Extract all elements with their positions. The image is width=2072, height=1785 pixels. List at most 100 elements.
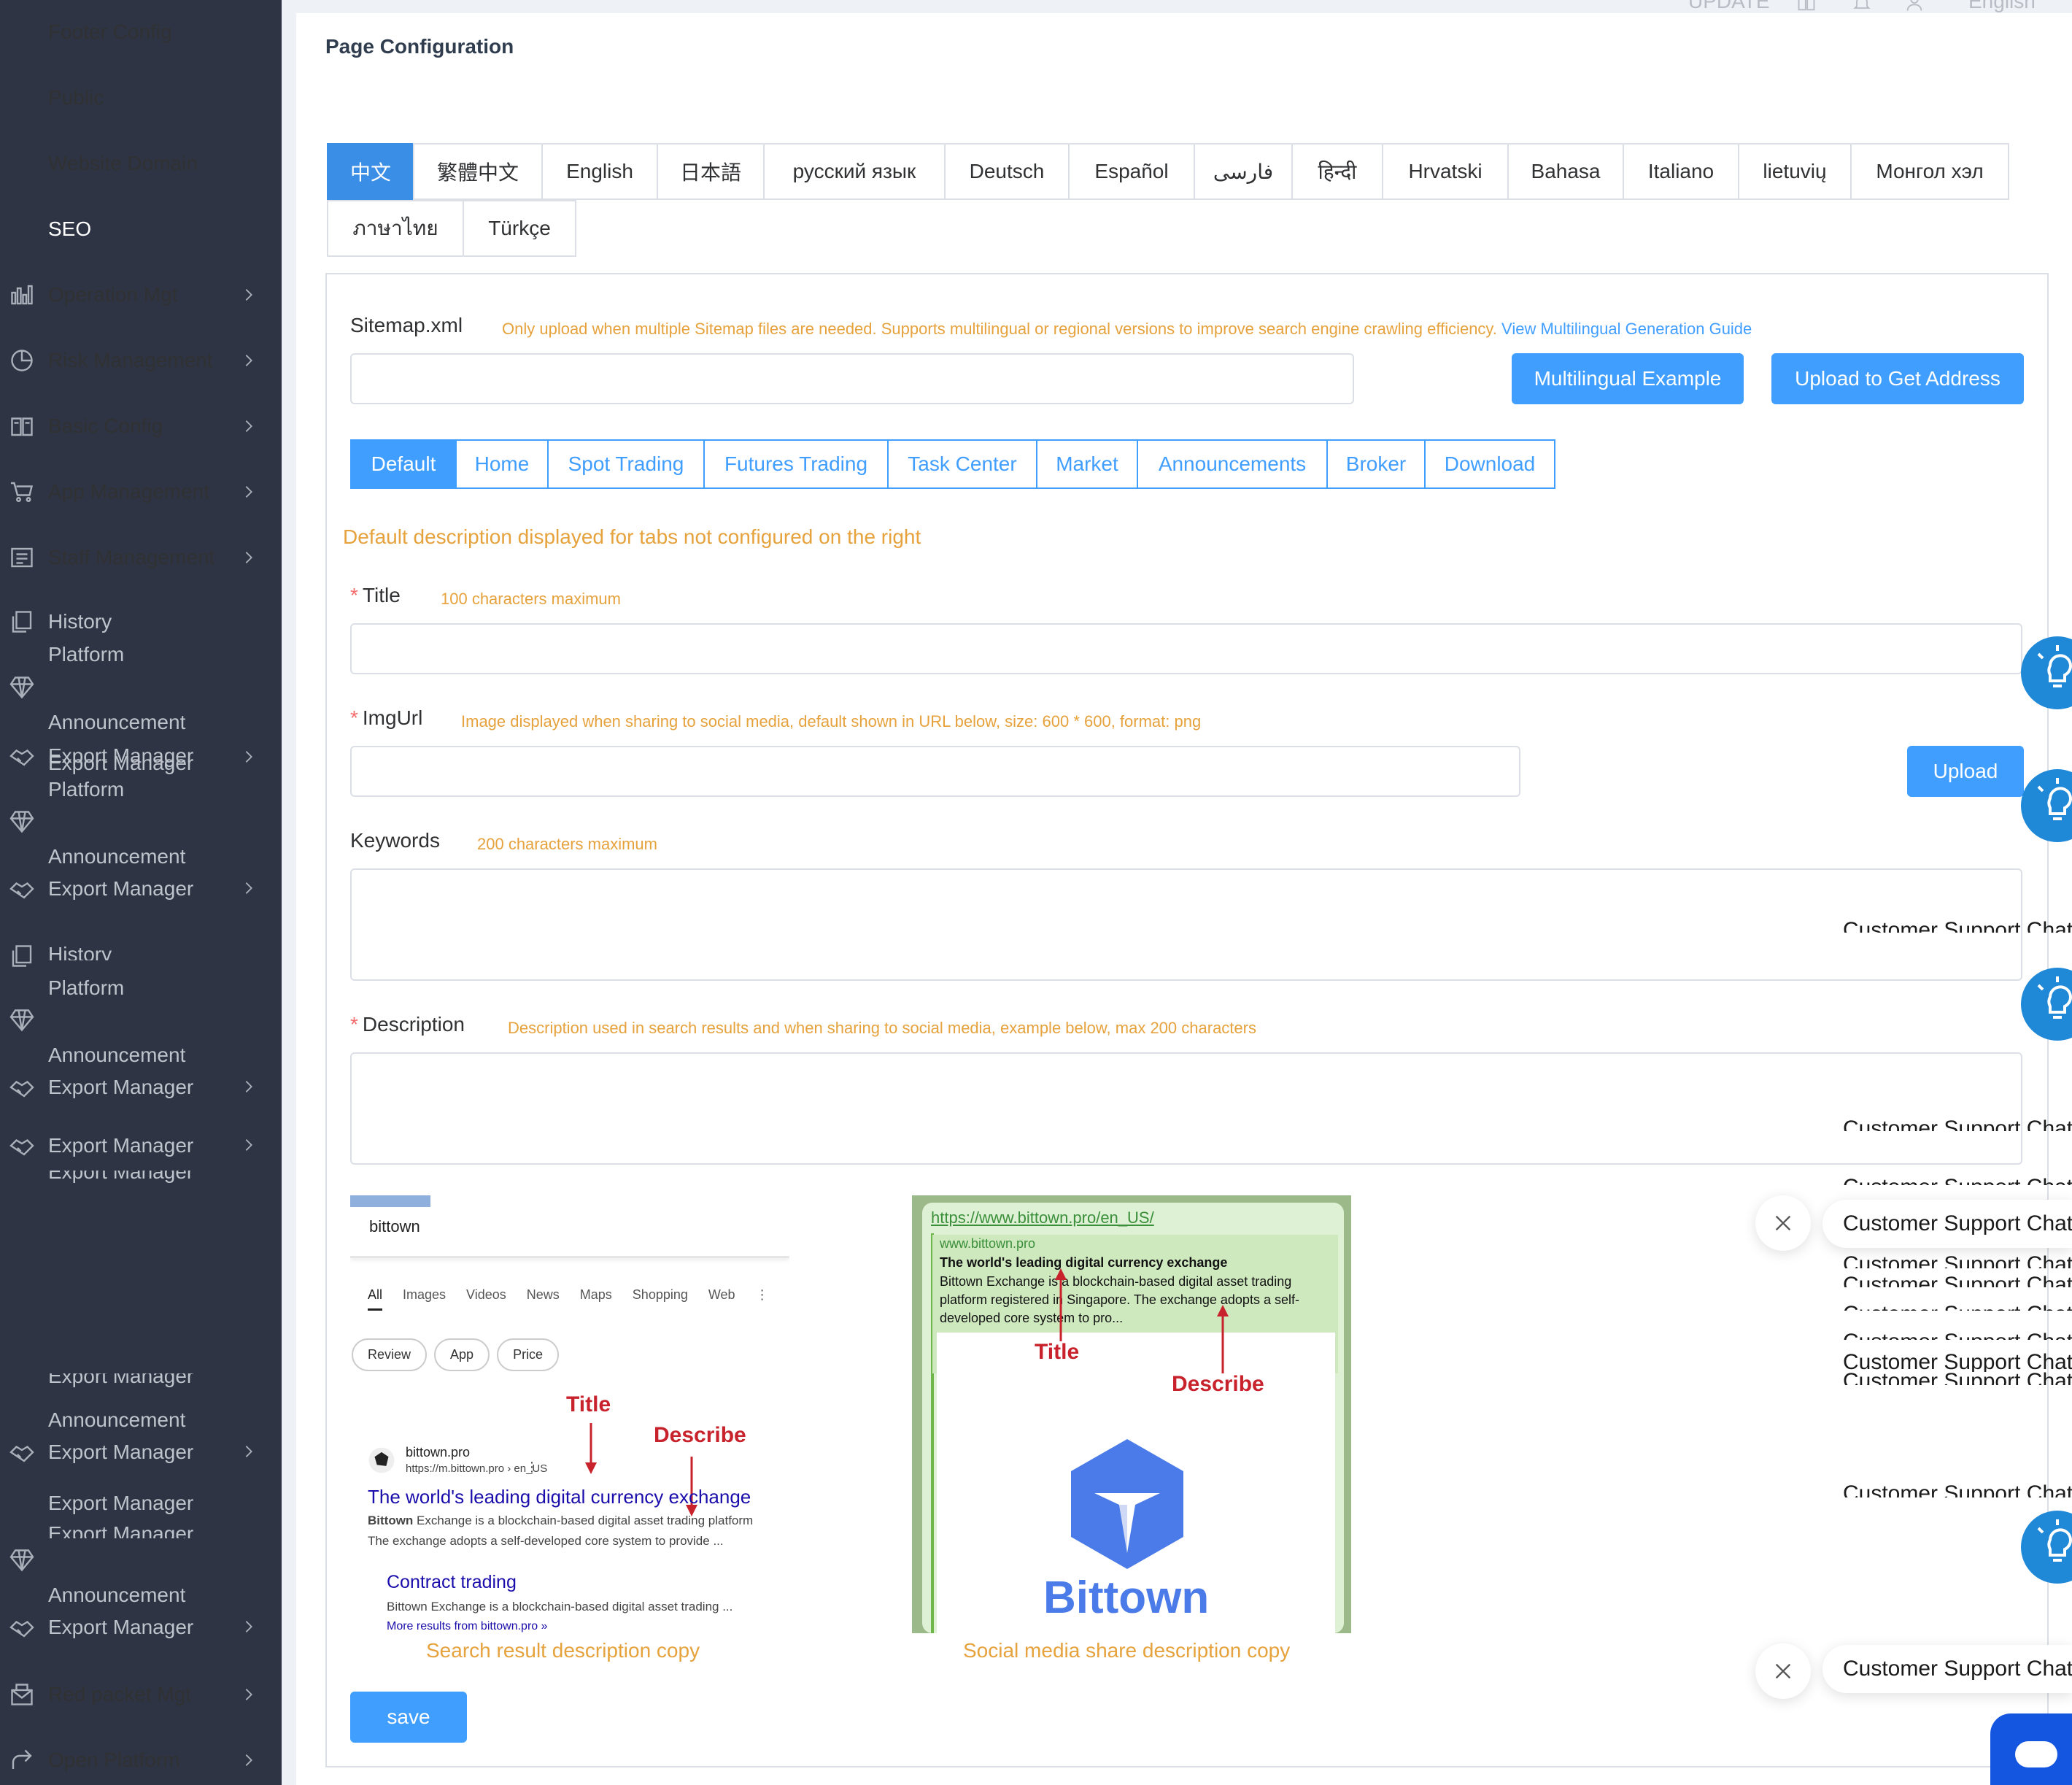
sidebar-item-announcement[interactable]: Announcement	[48, 1408, 185, 1432]
sidebar-item-label: Footer Config	[48, 20, 172, 43]
sidebar-item-open-platform[interactable]: Open Platform	[0, 1738, 282, 1782]
page-tab-default[interactable]: Default	[350, 439, 457, 489]
chat-widget-label[interactable]: Customer Support Chat	[1822, 1645, 2072, 1693]
sidebar-item-platform[interactable]: Platform	[48, 643, 124, 666]
user-icon[interactable]	[1903, 0, 1926, 13]
sidebar-item-website-domain[interactable]: Website Domain	[0, 142, 282, 185]
sidebar-item-risk-management[interactable]: Risk Management	[0, 339, 282, 382]
close-icon	[1775, 1663, 1791, 1679]
sidebar-item-export-manager[interactable]: Export Manager	[48, 1171, 193, 1184]
sidebar-item-seo[interactable]: SEO	[0, 207, 282, 251]
lang-tab-ja[interactable]: 日本語	[657, 143, 765, 200]
keywords-hint: 200 characters maximum	[477, 835, 657, 853]
sidebar-item-announcement[interactable]: Announcement	[48, 1044, 185, 1067]
sidebar-item-history[interactable]: History	[48, 610, 112, 633]
lang-tab-id[interactable]: Bahasa	[1507, 143, 1624, 200]
sidebar-item-export-manager[interactable]: Export Manager	[48, 877, 193, 901]
lang-tab-fa[interactable]: فارسی	[1194, 143, 1293, 200]
site-name: bittown.pro	[406, 1445, 471, 1460]
sidebar-item-label: Staff Management	[48, 546, 215, 568]
multilingual-guide-link[interactable]: View Multilingual Generation Guide	[1501, 320, 1752, 338]
chat-launcher-button[interactable]	[1990, 1713, 2072, 1785]
lang-tab-hr[interactable]: Hrvatski	[1382, 143, 1509, 200]
page-tab-task-center[interactable]: Task Center	[887, 439, 1037, 489]
description-label-text: Description	[362, 1013, 465, 1036]
sidebar-item-export-manager[interactable]: Export Manager	[48, 752, 193, 775]
keywords-textarea[interactable]	[350, 868, 2022, 981]
sidebar-item-basic-config[interactable]: Basic Config	[0, 404, 282, 448]
lang-tab-tr[interactable]: Türkçe	[463, 200, 576, 257]
sidebar-item-announcement[interactable]: Announcement	[48, 845, 185, 868]
sidebar-item-public[interactable]: Public	[0, 76, 282, 120]
lang-tab-th[interactable]: ภาษาไทย	[327, 200, 464, 257]
lang-tab-hi[interactable]: हिन्दी	[1291, 143, 1383, 200]
default-tab-note: Default description displayed for tabs n…	[343, 525, 921, 548]
page-tab-announcements[interactable]: Announcements	[1137, 439, 1328, 489]
page-tab-home[interactable]: Home	[455, 439, 549, 489]
social-share-preview: https://www.bittown.pro/en_US/ www.bitto…	[912, 1195, 1351, 1633]
sidebar-item-operation-mgt[interactable]: Operation Mgt	[0, 273, 282, 317]
sidebar-item-export-manager[interactable]: Export Manager	[48, 1492, 193, 1515]
imgurl-input[interactable]	[350, 746, 1520, 797]
upload-image-button[interactable]: Upload	[1907, 746, 2024, 797]
lang-tab-en[interactable]: English	[541, 143, 658, 200]
description-textarea[interactable]	[350, 1052, 2022, 1165]
save-button[interactable]: save	[350, 1692, 467, 1743]
sidebar-item-platform[interactable]: Platform	[48, 778, 124, 801]
lang-tab-lt[interactable]: lietuvių	[1738, 143, 1852, 200]
sidebar-item-export-manager[interactable]: Export Manager	[48, 1441, 193, 1464]
keywords-label: Keywords	[350, 829, 440, 852]
sidebar-item-red-packet-mgt[interactable]: Red packet Mgt	[0, 1673, 282, 1716]
sidebar-item-announcement[interactable]: Announcement	[48, 1584, 185, 1607]
sidebar-item-export-manager[interactable]: Export Manager	[48, 1522, 193, 1538]
lang-tab-es[interactable]: Español	[1068, 143, 1195, 200]
language-selector[interactable]: English	[1968, 0, 2036, 13]
diamond-icon	[9, 1549, 34, 1572]
lang-tab-ru[interactable]: русский язык	[763, 143, 946, 200]
sidebar-item-history[interactable]: History	[48, 943, 112, 960]
chat-widget-label[interactable]: Customer Support Chat	[1822, 1200, 2072, 1248]
sidebar: Footer Config Public Website Domain SEO …	[0, 0, 282, 1785]
book-icon[interactable]	[1795, 0, 1818, 13]
sidebar-item-staff-management[interactable]: Staff Management	[0, 536, 282, 579]
page-tab-market[interactable]: Market	[1036, 439, 1138, 489]
tip-bulb-icon[interactable]	[2021, 636, 2072, 709]
page-tab-broker[interactable]: Broker	[1326, 439, 1426, 489]
sidebar-item-export-manager[interactable]: Export Manager	[48, 1373, 193, 1388]
lang-tab-mn[interactable]: Монгол хэл	[1850, 143, 2009, 200]
result-desc-line1: Bittown Exchange is a blockchain-based d…	[368, 1514, 753, 1528]
update-link[interactable]: UPDATE	[1688, 0, 1770, 13]
tip-bulb-icon[interactable]	[2021, 1511, 2072, 1584]
annotation-arrows	[585, 1423, 697, 1516]
sidebar-item-platform[interactable]: Platform	[48, 976, 124, 1000]
chat-ghost-label: Customer Support Chat	[1843, 1330, 2072, 1340]
chat-close-button[interactable]	[1755, 1195, 1811, 1251]
page-tab-download[interactable]: Download	[1424, 439, 1555, 489]
chevron-right-icon	[245, 1754, 252, 1766]
required-mark: *	[350, 1013, 358, 1036]
lang-tab-zh-tw[interactable]: 繁體中文	[413, 143, 543, 200]
title-input[interactable]	[350, 623, 2022, 674]
sidebar-item-footer-config[interactable]: Footer Config	[0, 10, 282, 54]
page-tab-futures-trading[interactable]: Futures Trading	[703, 439, 889, 489]
sidebar-item-export-manager[interactable]: Export Manager	[48, 1134, 193, 1157]
chat-ghost-label: Customer Support Chat	[1843, 1302, 2072, 1311]
sidebar-item-export-manager[interactable]: Export Manager	[48, 1616, 193, 1639]
sidebar-item-app-management[interactable]: App Management	[0, 470, 282, 514]
upload-get-address-button[interactable]: Upload to Get Address	[1771, 353, 2024, 404]
top-bar: UPDATE English	[282, 0, 2072, 13]
result-title: The world's leading digital currency exc…	[368, 1486, 751, 1508]
bell-icon[interactable]	[1850, 0, 1874, 13]
tip-bulb-icon[interactable]	[2021, 769, 2072, 842]
lang-tab-it[interactable]: Italiano	[1623, 143, 1739, 200]
sidebar-item-announcement[interactable]: Announcement	[48, 711, 185, 734]
tip-bulb-icon[interactable]	[2021, 968, 2072, 1041]
page-tab-spot-trading[interactable]: Spot Trading	[547, 439, 705, 489]
sitemap-input[interactable]	[350, 353, 1354, 404]
envelope-icon	[11, 1684, 33, 1705]
sidebar-item-export-manager[interactable]: Export Manager	[48, 1076, 193, 1099]
lang-tab-zh[interactable]: 中文	[327, 143, 414, 200]
multilingual-example-button[interactable]: Multilingual Example	[1512, 353, 1744, 404]
chat-close-button[interactable]	[1755, 1643, 1811, 1699]
lang-tab-de[interactable]: Deutsch	[944, 143, 1070, 200]
